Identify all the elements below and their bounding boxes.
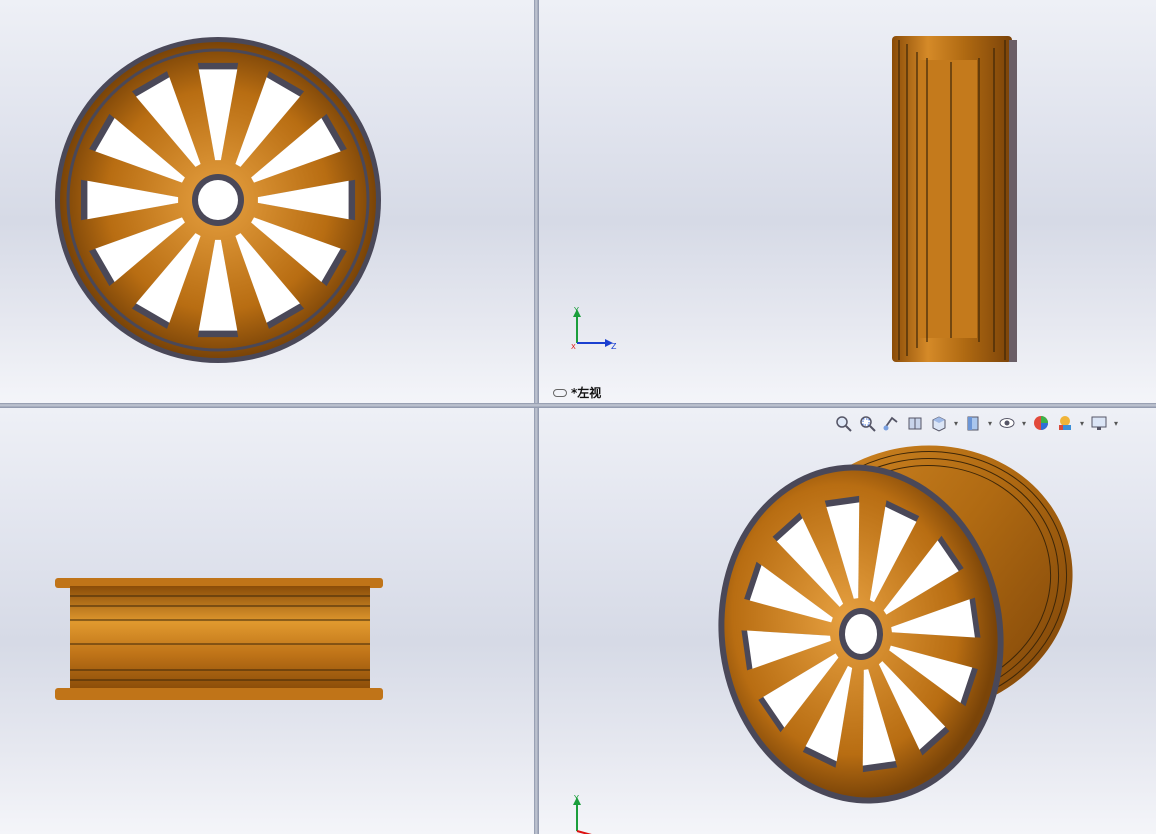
display-style-icon[interactable] bbox=[962, 412, 984, 434]
wheel-front-model bbox=[55, 37, 381, 363]
heads-up-view-toolbar: ▾ ▾ ▾ ▾ ▾ bbox=[832, 412, 1120, 434]
view-name-text: *左视 bbox=[571, 386, 602, 400]
previous-view-icon[interactable] bbox=[880, 412, 902, 434]
chevron-down-icon[interactable]: ▾ bbox=[986, 412, 994, 434]
horizontal-viewport-splitter[interactable] bbox=[0, 403, 1156, 408]
apply-scene-icon[interactable] bbox=[1054, 412, 1076, 434]
section-view-icon[interactable] bbox=[904, 412, 926, 434]
chevron-down-icon[interactable]: ▾ bbox=[1112, 412, 1120, 434]
triad-z-label: Z bbox=[611, 342, 617, 350]
triad-y-label: Y bbox=[573, 306, 579, 315]
zoom-to-fit-icon[interactable] bbox=[832, 412, 854, 434]
chevron-down-icon[interactable]: ▾ bbox=[1078, 412, 1086, 434]
vertical-viewport-splitter[interactable] bbox=[534, 0, 539, 834]
top-viewport[interactable] bbox=[0, 408, 534, 834]
wheel-isometric-model bbox=[718, 445, 1073, 804]
link-views-icon[interactable] bbox=[553, 388, 567, 397]
triad-x-label: X bbox=[571, 343, 576, 350]
front-viewport[interactable] bbox=[0, 0, 534, 403]
view-name-label: *左视 bbox=[553, 384, 601, 401]
left-viewport[interactable]: Y Z X *左视 bbox=[539, 0, 1156, 403]
hide-show-items-icon[interactable] bbox=[996, 412, 1018, 434]
wheel-top-model bbox=[55, 578, 383, 700]
coordinate-triad: Y Z X bbox=[569, 305, 619, 350]
chevron-down-icon[interactable]: ▾ bbox=[1020, 412, 1028, 434]
chevron-down-icon[interactable]: ▾ bbox=[952, 412, 960, 434]
wheel-side-model bbox=[892, 36, 1017, 362]
coordinate-triad-iso: Y bbox=[569, 793, 619, 834]
zoom-to-area-icon[interactable] bbox=[856, 412, 878, 434]
isometric-viewport[interactable]: ▾ ▾ ▾ ▾ ▾ Y bbox=[539, 408, 1156, 834]
view-orientation-icon[interactable] bbox=[928, 412, 950, 434]
view-settings-icon[interactable] bbox=[1088, 412, 1110, 434]
triad-y-label-iso: Y bbox=[573, 794, 579, 803]
edit-appearance-icon[interactable] bbox=[1030, 412, 1052, 434]
